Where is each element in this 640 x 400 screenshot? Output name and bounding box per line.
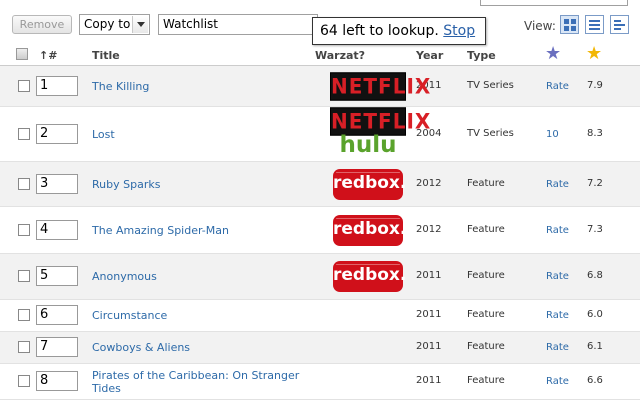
rate-link[interactable]: Rate xyxy=(546,81,569,92)
table-header: ↑# Title Warzat? Year Type ★ ★ xyxy=(0,44,640,66)
view-label: View: xyxy=(524,19,556,33)
list-view-icon[interactable] xyxy=(585,15,604,34)
position-input[interactable]: 4 xyxy=(36,220,78,240)
rate-link[interactable]: Rate xyxy=(546,179,569,190)
title-link[interactable]: The Killing xyxy=(92,80,322,93)
stop-link[interactable]: Stop xyxy=(443,23,475,39)
position-input[interactable]: 7 xyxy=(36,337,78,357)
type-cell: Feature xyxy=(467,309,505,320)
title-header[interactable]: Title xyxy=(92,49,120,62)
type-cell: Feature xyxy=(467,224,505,235)
imdb-score: 6.1 xyxy=(587,341,603,352)
year-cell: 2011 xyxy=(416,309,442,320)
title-link[interactable]: Pirates of the Caribbean: On Stranger Ti… xyxy=(92,369,322,395)
year-header[interactable]: Year xyxy=(416,49,443,62)
copy-to-select[interactable]: Copy to xyxy=(79,14,150,35)
row-checkbox[interactable] xyxy=(18,128,30,140)
table-row: 8 Pirates of the Caribbean: On Stranger … xyxy=(0,364,640,400)
rate-link[interactable]: Rate xyxy=(546,310,569,321)
table-row: 4 The Amazing Spider-Man 2012 Feature Ra… xyxy=(0,207,640,254)
rate-link[interactable]: Rate xyxy=(546,271,569,282)
warzat-header: Warzat? xyxy=(315,49,366,62)
type-cell: TV Series xyxy=(467,80,514,91)
lookup-tooltip: 64 left to lookup. Stop xyxy=(312,17,486,45)
chevron-down-icon[interactable] xyxy=(132,16,148,33)
position-input[interactable]: 1 xyxy=(36,76,78,96)
rate-link[interactable]: Rate xyxy=(546,376,569,387)
row-checkbox[interactable] xyxy=(18,80,30,92)
title-link[interactable]: Cowboys & Aliens xyxy=(92,341,322,354)
year-cell: 2011 xyxy=(416,341,442,352)
imdb-score: 8.3 xyxy=(587,128,603,139)
redbox-logo[interactable]: redbox. xyxy=(333,261,406,292)
imdb-rating-star-icon[interactable]: ★ xyxy=(586,45,602,63)
copy-to-select-value: Copy to xyxy=(84,17,131,31)
year-cell: 2011 xyxy=(416,270,442,281)
type-header[interactable]: Type xyxy=(467,49,496,62)
title-link[interactable]: The Amazing Spider-Man xyxy=(92,224,322,237)
detail-view-icon[interactable] xyxy=(610,15,629,34)
title-link[interactable]: Circumstance xyxy=(92,309,322,322)
row-checkbox[interactable] xyxy=(18,270,30,282)
table-row: 5 Anonymous 2011 Feature Rate 6.8 redbox… xyxy=(0,254,640,300)
table-row: 7 Cowboys & Aliens 2011 Feature Rate 6.1 xyxy=(0,332,640,364)
row-checkbox[interactable] xyxy=(18,178,30,190)
imdb-score: 7.3 xyxy=(587,224,603,235)
remove-button[interactable]: Remove xyxy=(12,15,72,34)
row-checkbox[interactable] xyxy=(18,309,30,321)
grid-view-icon[interactable] xyxy=(560,15,579,34)
imdb-score: 7.9 xyxy=(587,80,603,91)
imdb-score: 6.0 xyxy=(587,309,603,320)
table-row: 2 Lost 2004 TV Series 10 8.3 NETFLIX hulu xyxy=(0,107,640,162)
rate-link[interactable]: Rate xyxy=(546,342,569,353)
title-link[interactable]: Anonymous xyxy=(92,270,322,283)
imdb-score: 6.6 xyxy=(587,375,603,386)
select-all-checkbox[interactable] xyxy=(16,48,28,60)
watchlist-input[interactable]: Watchlist xyxy=(158,14,318,35)
imdb-score: 7.2 xyxy=(587,178,603,189)
position-input[interactable]: 3 xyxy=(36,174,78,194)
row-checkbox[interactable] xyxy=(18,375,30,387)
type-cell: TV Series xyxy=(467,128,514,139)
table-row: 6 Circumstance 2011 Feature Rate 6.0 xyxy=(0,300,640,332)
type-cell: Feature xyxy=(467,375,505,386)
rate-link[interactable]: Rate xyxy=(546,225,569,236)
hulu-logo[interactable]: hulu xyxy=(330,133,406,159)
table-row: 3 Ruby Sparks 2012 Feature Rate 7.2 redb… xyxy=(0,162,640,207)
row-checkbox[interactable] xyxy=(18,224,30,236)
position-input[interactable]: 5 xyxy=(36,266,78,286)
type-cell: Feature xyxy=(467,270,505,281)
netflix-logo[interactable]: NETFLIX xyxy=(330,72,430,101)
title-link[interactable]: Ruby Sparks xyxy=(92,178,322,191)
imdb-score: 6.8 xyxy=(587,270,603,281)
position-input[interactable]: 2 xyxy=(36,124,78,144)
year-cell: 2012 xyxy=(416,224,442,235)
type-cell: Feature xyxy=(467,341,505,352)
top-search-field[interactable] xyxy=(480,0,628,6)
redbox-logo[interactable]: redbox. xyxy=(333,215,406,246)
type-cell: Feature xyxy=(467,178,505,189)
table-row: 1 The Killing 2011 TV Series Rate 7.9 NE… xyxy=(0,66,640,107)
position-input[interactable]: 6 xyxy=(36,305,78,325)
year-cell: 2011 xyxy=(416,375,442,386)
title-link[interactable]: Lost xyxy=(92,128,322,141)
redbox-logo[interactable]: redbox. xyxy=(333,169,406,200)
user-rating-star-icon[interactable]: ★ xyxy=(545,45,561,63)
lookup-status-text: 64 left to lookup. xyxy=(320,23,439,39)
sort-number-header[interactable]: ↑# xyxy=(39,49,57,62)
row-checkbox[interactable] xyxy=(18,341,30,353)
rate-link[interactable]: 10 xyxy=(546,129,559,140)
position-input[interactable]: 8 xyxy=(36,371,78,391)
year-cell: 2012 xyxy=(416,178,442,189)
